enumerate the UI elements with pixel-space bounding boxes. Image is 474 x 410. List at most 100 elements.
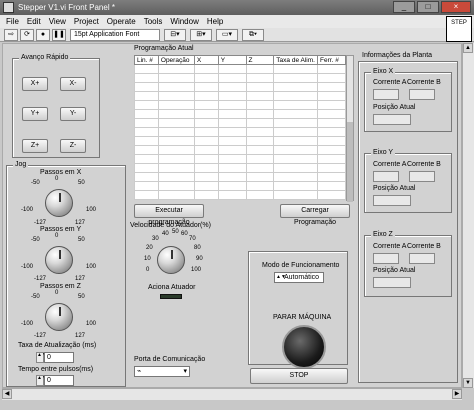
abort-icon[interactable]: ● [36,29,50,41]
scroll-right-icon[interactable]: ▶ [452,389,462,399]
table-cell[interactable] [317,136,346,146]
programacao-table[interactable]: Lin. # Operação X Y Z Taxa de Alim. Ferr… [134,55,346,200]
table-cell[interactable] [134,100,159,110]
table-cell[interactable] [157,100,195,110]
table-cell[interactable] [193,181,219,191]
table-row[interactable] [134,91,346,101]
tempo-spin-arrows-icon[interactable]: ▲▼ [36,375,47,386]
table-cell[interactable] [193,190,219,200]
table-row[interactable] [134,190,346,200]
table-cell[interactable] [217,163,247,173]
table-cell[interactable] [273,154,319,164]
table-cell[interactable] [193,145,219,155]
table-cell[interactable] [245,127,275,137]
table-vertical-scrollbar[interactable] [346,55,354,202]
table-cell[interactable] [317,64,346,74]
scroll-up-icon[interactable]: ▲ [463,43,473,53]
table-cell[interactable] [245,190,275,200]
table-cell[interactable] [157,163,195,173]
table-cell[interactable] [245,172,275,182]
carregar-programacao-button[interactable]: Carregar Programação [280,204,350,226]
table-cell[interactable] [273,181,319,191]
table-cell[interactable] [134,73,159,83]
passos-z-knob[interactable] [45,303,73,331]
velocidade-atuador-knob[interactable] [157,246,185,274]
table-cell[interactable] [193,136,219,146]
table-cell[interactable] [193,91,219,101]
table-cell[interactable] [134,172,159,182]
table-cell[interactable] [193,127,219,137]
table-cell[interactable] [193,82,219,92]
table-cell[interactable] [317,190,346,200]
table-cell[interactable] [157,109,195,119]
maximize-button[interactable]: □ [417,1,439,13]
table-cell[interactable] [134,163,159,173]
table-cell[interactable] [193,172,219,182]
table-cell[interactable] [157,145,195,155]
z-plus-button[interactable]: Z+ [22,139,48,153]
table-cell[interactable] [273,82,319,92]
x-minus-button[interactable]: X- [60,77,86,91]
menu-view[interactable]: View [49,15,66,28]
table-cell[interactable] [134,118,159,128]
aciona-atuador-led[interactable] [160,294,182,299]
table-row[interactable] [134,100,346,110]
menu-help[interactable]: Help [207,15,223,28]
table-cell[interactable] [245,118,275,128]
y-plus-button[interactable]: Y+ [22,107,48,121]
distribute-objects-icon[interactable]: ⊞▾ [190,29,212,41]
table-cell[interactable] [157,172,195,182]
table-cell[interactable] [134,64,159,74]
table-cell[interactable] [273,127,319,137]
taxa-atualizacao-input[interactable]: 0 [44,352,74,363]
table-cell[interactable] [317,154,346,164]
table-cell[interactable] [245,181,275,191]
close-button[interactable]: × [441,1,471,13]
table-row[interactable] [134,73,346,83]
table-cell[interactable] [317,91,346,101]
table-cell[interactable] [317,82,346,92]
y-minus-button[interactable]: Y- [60,107,86,121]
table-cell[interactable] [217,91,247,101]
table-cell[interactable] [157,64,195,74]
modo-funcionamento-select[interactable]: ▲▼ Automático [274,272,324,283]
table-cell[interactable] [134,109,159,119]
table-cell[interactable] [217,100,247,110]
table-scroll-thumb[interactable] [347,122,353,202]
table-cell[interactable] [273,190,319,200]
table-cell[interactable] [217,109,247,119]
table-cell[interactable] [134,190,159,200]
table-row[interactable] [134,145,346,155]
table-cell[interactable] [245,91,275,101]
table-cell[interactable] [134,181,159,191]
table-cell[interactable] [134,127,159,137]
table-cell[interactable] [317,127,346,137]
stop-button[interactable]: STOP [250,368,348,384]
align-objects-icon[interactable]: ⊟▾ [164,29,186,41]
table-row[interactable] [134,64,346,74]
run-arrow-icon[interactable]: ⇨ [4,29,18,41]
menu-project[interactable]: Project [74,15,99,28]
table-cell[interactable] [273,172,319,182]
table-cell[interactable] [217,82,247,92]
table-cell[interactable] [273,91,319,101]
pause-icon[interactable]: ❚❚ [52,29,66,41]
menu-tools[interactable]: Tools [144,15,163,28]
table-cell[interactable] [134,136,159,146]
executar-programacao-button[interactable]: Executar programação [134,204,204,226]
table-cell[interactable] [273,163,319,173]
table-cell[interactable] [134,145,159,155]
table-cell[interactable] [217,172,247,182]
table-cell[interactable] [317,172,346,182]
tempo-pulsos-input[interactable]: 0 [44,375,74,386]
menu-operate[interactable]: Operate [107,15,136,28]
table-cell[interactable] [157,181,195,191]
table-cell[interactable] [217,127,247,137]
table-cell[interactable] [317,163,346,173]
table-cell[interactable] [157,118,195,128]
table-cell[interactable] [245,64,275,74]
table-cell[interactable] [273,109,319,119]
table-cell[interactable] [273,136,319,146]
table-cell[interactable] [157,136,195,146]
porta-comunicacao-select[interactable]: ⌁ ▾ [134,366,190,377]
